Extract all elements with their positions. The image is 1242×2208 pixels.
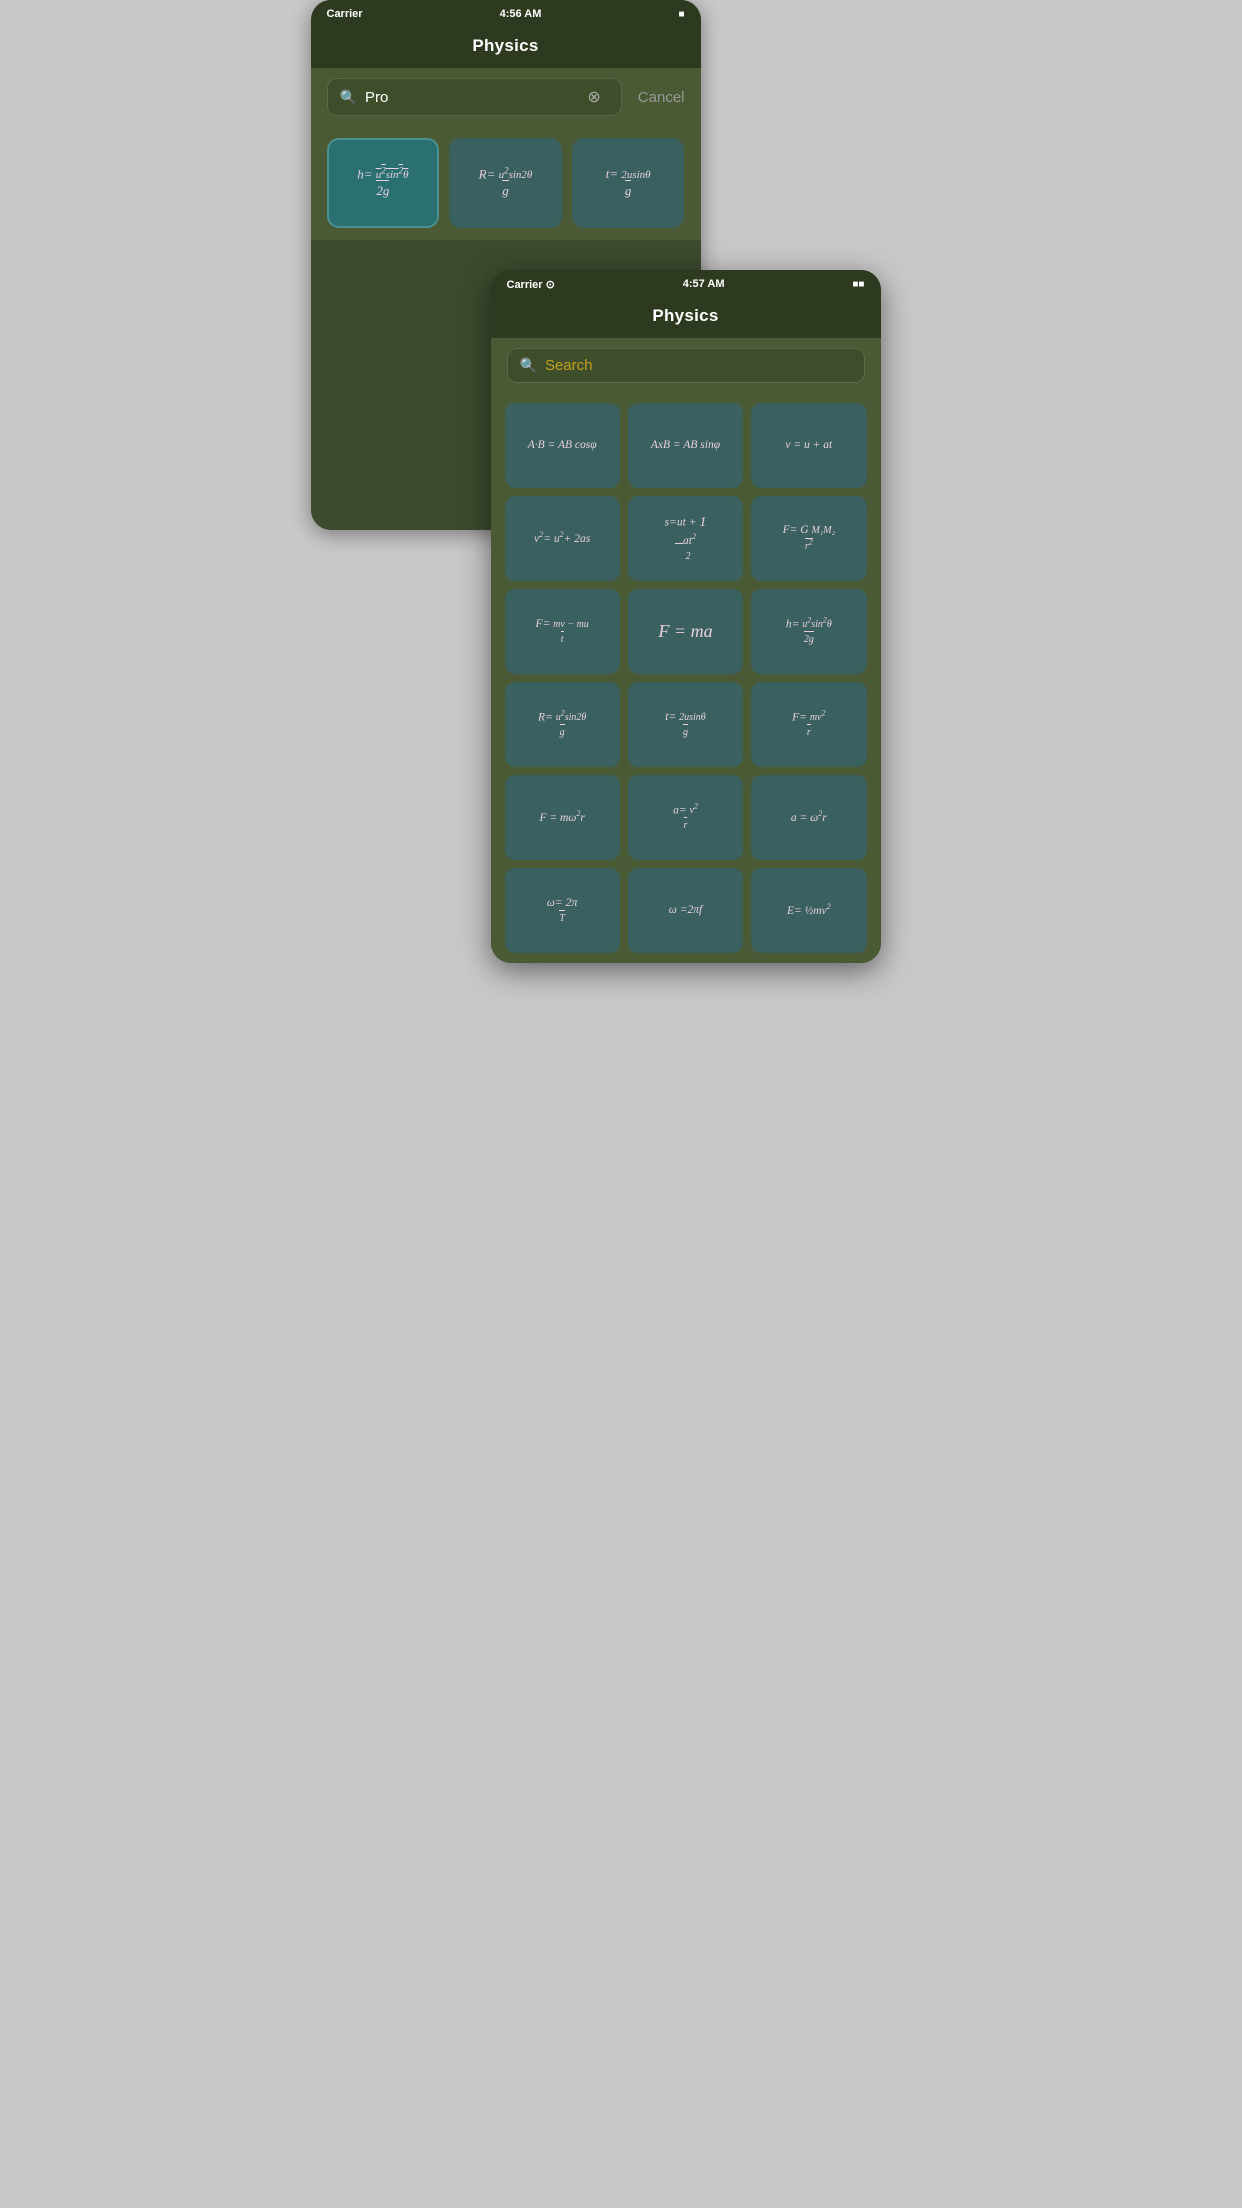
nav-title-1: Physics (311, 28, 701, 68)
search-input-1[interactable]: Pro (365, 89, 587, 106)
formula-time-flight[interactable]: t= 2usinθg (628, 682, 743, 767)
carrier-2: Carrier ⊙ (507, 278, 555, 291)
formula-gravity[interactable]: F= G M₁M₂r2 (751, 496, 866, 581)
formula-impulse[interactable]: F= mv − mut (505, 589, 620, 674)
formula-kinetic-energy[interactable]: E= ½mv2 (751, 868, 866, 953)
search-placeholder-2[interactable]: Search (545, 357, 593, 374)
formula-text-R-1: R= u2sin2θ g (479, 166, 533, 200)
search-icon-1: 🔍 (340, 89, 357, 106)
status-bar-1: Carrier 4:56 AM ■ (311, 0, 701, 28)
formula-centripetal-f2[interactable]: F = mω2r (505, 775, 620, 860)
formula-dot-product[interactable]: A·B = AB cosφ (505, 403, 620, 488)
formula-centripetal-f[interactable]: F= mv2r (751, 682, 866, 767)
battery-1: ■ (678, 9, 684, 20)
search-area-1[interactable]: 🔍 Pro ⊗ Cancel (311, 68, 701, 126)
search-box-2[interactable]: 🔍 Search (507, 348, 865, 383)
battery-2: ■■ (852, 279, 864, 290)
cancel-button-1[interactable]: Cancel (638, 89, 685, 106)
formula-h-max[interactable]: h= u2sin2θ2g (751, 589, 866, 674)
nav-title-2: Physics (491, 298, 881, 338)
formula-centripetal-a[interactable]: a= v2r (628, 775, 743, 860)
formula-card-R-1[interactable]: R= u2sin2θ g (449, 138, 562, 228)
formula-grid-2: A·B = AB cosφ AxB = AB sinφ v = u + at v… (491, 393, 881, 963)
formula-cross-product[interactable]: AxB = AB sinφ (628, 403, 743, 488)
formula-angular-a[interactable]: a = ω2r (751, 775, 866, 860)
search-area-2[interactable]: 🔍 Search (491, 338, 881, 393)
formula-range[interactable]: R= u2sin2θg (505, 682, 620, 767)
formula-v-u-at[interactable]: v = u + at (751, 403, 866, 488)
phone2-screen: Carrier ⊙ 4:57 AM ■■ Physics 🔍 Search A·… (491, 270, 881, 963)
formula-omega-f[interactable]: ω =2πf (628, 868, 743, 953)
formula-omega-T[interactable]: ω= 2πT (505, 868, 620, 953)
formula-grid-1: h= u2sin2θ 2g R= u2sin2θ g t= 2usinθ g (311, 126, 701, 240)
formula-text-t-1: t= 2usinθ g (606, 166, 651, 200)
time-1: 4:56 AM (500, 8, 542, 20)
formula-newton2[interactable]: F = ma (628, 589, 743, 674)
clear-icon-1[interactable]: ⊗ (587, 87, 600, 107)
carrier-1: Carrier (327, 8, 363, 20)
status-bar-2: Carrier ⊙ 4:57 AM ■■ (491, 270, 881, 298)
search-box-1[interactable]: 🔍 Pro ⊗ (327, 78, 622, 116)
search-icon-2: 🔍 (520, 357, 537, 374)
formula-v2-u2[interactable]: v2= u2+ 2as (505, 496, 620, 581)
formula-card-t-1[interactable]: t= 2usinθ g (572, 138, 685, 228)
time-2: 4:57 AM (683, 278, 725, 290)
formula-text-h-1: h= u2sin2θ 2g (357, 166, 408, 200)
formula-s-ut[interactable]: s=ut + 1at2 2 (628, 496, 743, 581)
formula-card-h-1[interactable]: h= u2sin2θ 2g (327, 138, 440, 228)
